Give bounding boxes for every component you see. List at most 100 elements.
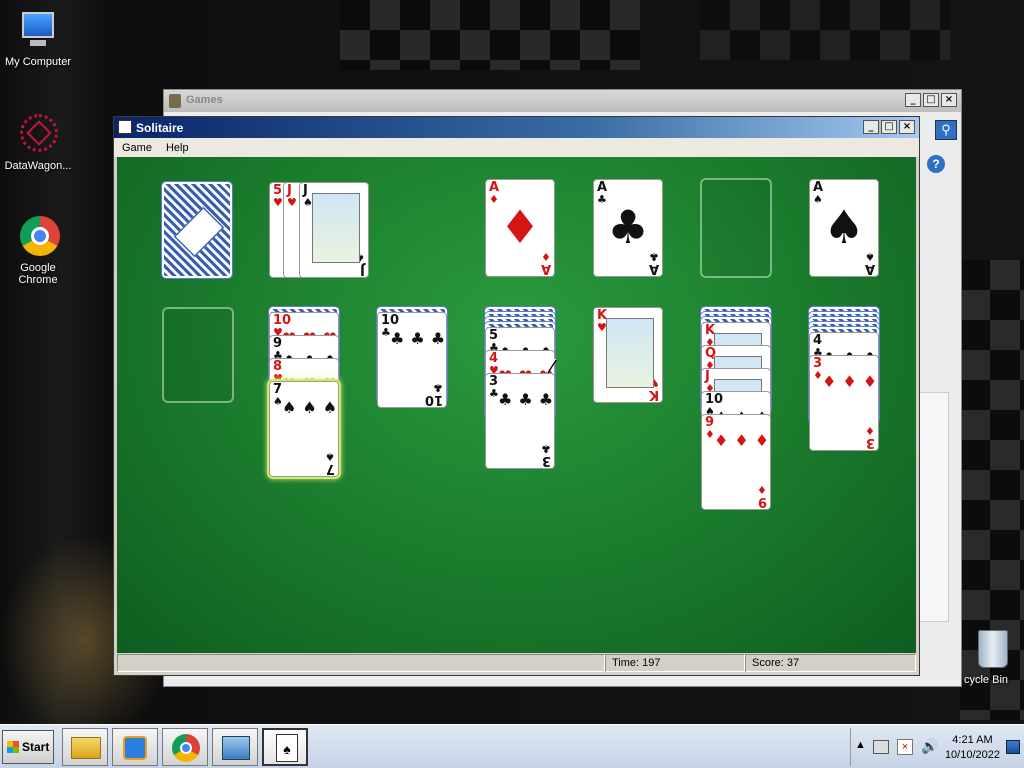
desktop-icon-my-computer[interactable]: My Computer [0,8,76,68]
desktop-icon-google-chrome[interactable]: Google Chrome [0,214,76,286]
solitaire-window[interactable]: Solitaire _ □ × Game Help 5 ♥ J ♥ J ♠ J ♠ A ♦ A ♦ ♦ A… [113,116,920,676]
status-score: Score: 37 [745,654,916,672]
games-titlebar[interactable]: Games _ □ × [164,90,961,112]
pip-icon: ♠ [282,398,303,417]
pip-icon: ♦ [863,372,878,391]
card-suit-icon: ♥ [273,196,283,209]
solitaire-app-icon [118,120,132,134]
show-hidden-icons-icon[interactable]: ▲ [855,739,866,751]
playing-card[interactable]: 7♠7♠♠♠♠♠♠♠♠ [269,381,339,477]
pip-icon: ♣ [410,329,431,348]
status-message [117,654,605,672]
pip-icon: ♦ [822,372,843,391]
foundation-slot-empty[interactable] [700,178,772,278]
solitaire-minimize-button[interactable]: _ [863,120,879,134]
stock-pile[interactable] [161,181,233,279]
games-window-title: Games [186,94,223,106]
menu-help[interactable]: Help [166,142,189,154]
clock-date: 10/10/2022 [944,749,1000,761]
games-help-icon[interactable]: ? [927,155,945,173]
pip-icon: ♣ [498,390,519,409]
solitaire-icon: ♠ [276,734,298,762]
status-bar: Time: 197 Score: 37 [117,654,916,673]
desktop-icon-datawagon[interactable]: DataWagon... [0,112,76,172]
tableau-slot-empty[interactable] [162,307,234,403]
playing-card[interactable]: 3♣3♣♣♣♣ [485,373,555,469]
card-pips: ♦♦♦ [822,372,877,391]
wallpaper-checker [340,0,640,70]
pip-icon: ♦ [755,431,770,450]
playing-card[interactable]: 9♦9♦♦♦♦♦♦♦♦♦♦ [701,414,771,510]
taskbar-control-panel-button[interactable] [212,728,258,766]
taskbar-media-player-button[interactable] [112,728,158,766]
media-player-icon [123,736,147,760]
card-rank-bottom: 9 [757,494,767,509]
solitaire-window-title: Solitaire [136,121,184,135]
card-rank-bottom: 3 [541,453,551,468]
playing-card[interactable]: J ♠ J ♠ [299,182,369,278]
card-rank-bottom: J [360,262,365,277]
pip-icon: ♣ [518,390,539,409]
pip-icon: ♣ [539,390,554,409]
start-button[interactable]: Start [2,730,54,764]
clock[interactable]: 4:21 AM 10/10/2022 [945,733,1000,763]
status-time: Time: 197 [605,654,745,672]
playing-card[interactable]: 3♦3♦♦♦♦ [809,355,879,451]
action-center-icon[interactable]: × [897,739,913,755]
card-pips: ♣♣♣♣♣♣♣♣♣♣ [390,329,445,348]
recycle-bin-icon [964,626,1008,670]
card-suit-icon: ♥ [287,196,297,209]
pip-icon: ♦ [734,431,755,450]
pip-icon: ♦ [714,431,735,450]
game-board: 5♥J♥J♠J♠A♦A♦♦A♣A♣♣A♠A♠♠10♥10♥♥♥♥♥♥♥♥♥♥♥9… [117,157,916,653]
card-rank-bottom: 7 [325,461,335,476]
solitaire-maximize-button[interactable]: □ [881,120,897,134]
taskbar-solitaire-button[interactable]: ♠ [262,728,308,766]
chrome-icon-center [180,742,192,754]
volume-icon[interactable]: 🔊 [921,738,938,755]
card-suit-bottom-icon: ♠ [325,450,335,463]
computer-icon [16,8,60,52]
card-center-suit-icon: ♦ [499,200,541,254]
face-card-art [606,318,654,388]
foundation-pile[interactable]: A ♣ A ♣ ♣ [593,179,663,277]
show-desktop-button[interactable] [1006,740,1020,754]
pip-icon: ♣ [390,329,411,348]
menu-game[interactable]: Game [122,142,152,154]
network-icon[interactable] [873,740,889,754]
card-suit-bottom-icon: ♣ [433,381,443,394]
card-suit-bottom-icon: ♦ [757,483,767,496]
playing-card[interactable]: 10♣10♣♣♣♣♣♣♣♣♣♣♣ [377,312,447,408]
system-tray: ▲ × 🔊 4:21 AM 10/10/2022 [850,728,1022,766]
card-pips: ♠♠♠♠♠♠♠ [282,398,337,417]
taskbar-explorer-button[interactable] [62,728,108,766]
games-maximize-button[interactable]: □ [923,93,939,107]
card-rank-bottom: A [864,261,875,276]
clock-time: 4:21 AM [952,734,993,746]
card-center-suit-icon: ♣ [607,200,649,254]
taskbar: Start ♠ ▲ × 🔊 4:21 AM 10/10/2022 [0,724,1024,768]
foundation-pile[interactable]: A ♦ A ♦ ♦ [485,179,555,277]
card-rank-bottom: K [648,387,659,402]
control-panel-icon [222,736,250,760]
games-app-icon [169,94,181,108]
solitaire-close-button[interactable]: × [899,120,915,134]
games-search-icon[interactable]: ⚲ [935,120,957,140]
mouse-cursor-icon [547,359,556,373]
card-suit-bottom-icon: ♣ [541,442,551,455]
playing-card[interactable]: K ♥ K ♥ [593,307,663,403]
games-close-button[interactable]: × [941,93,957,107]
desktop-icon-label: Google Chrome [18,262,58,286]
pip-icon: ♠ [302,398,323,417]
solitaire-menubar: Game Help [114,138,919,157]
desktop-icon-label: My Computer [4,56,72,68]
solitaire-titlebar[interactable]: Solitaire _ □ × [114,117,919,138]
card-rank-bottom: A [540,261,551,276]
card-pips: ♦♦♦♦♦♦♦♦♦ [714,431,769,450]
pip-icon: ♣ [431,329,446,348]
games-minimize-button[interactable]: _ [905,93,921,107]
face-card-art [312,193,360,263]
foundation-pile[interactable]: A ♠ A ♠ ♠ [809,179,879,277]
taskbar-chrome-button[interactable] [162,728,208,766]
card-center-suit-icon: ♠ [823,200,865,254]
